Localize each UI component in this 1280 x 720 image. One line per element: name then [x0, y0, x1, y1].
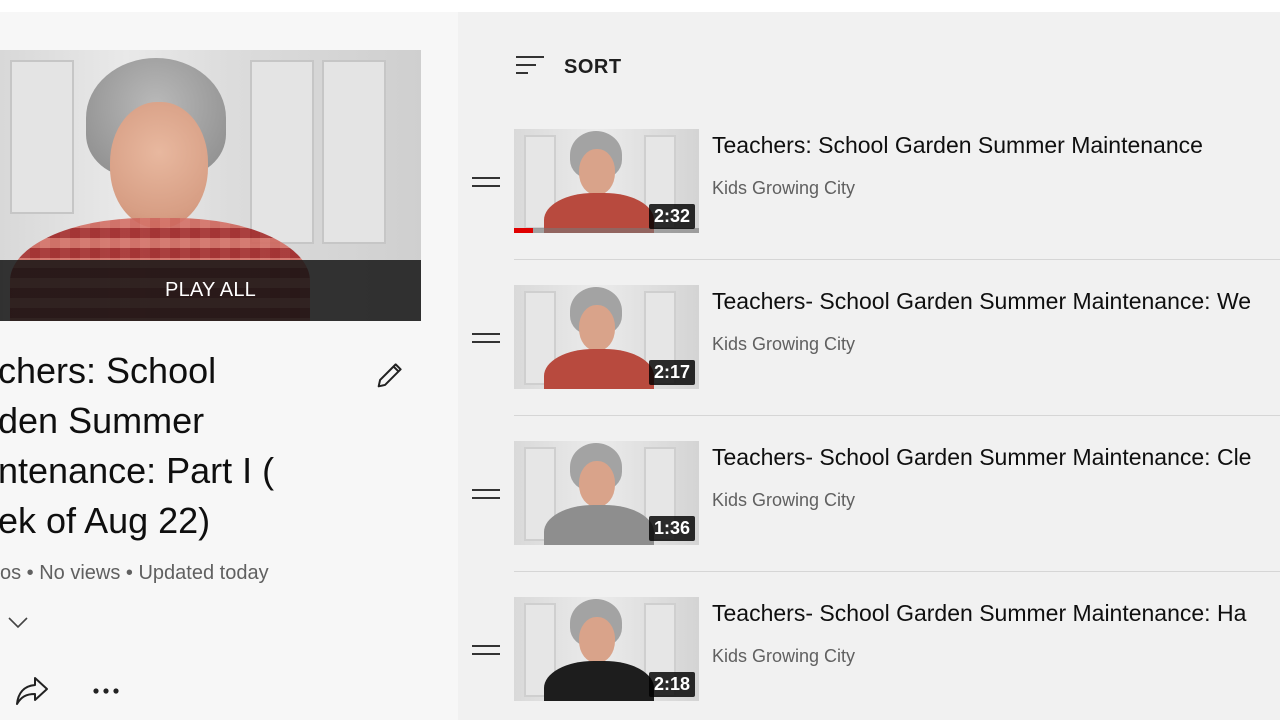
drag-handle-icon[interactable]	[472, 333, 500, 347]
sort-icon	[516, 56, 544, 74]
playlist-thumbnail[interactable]: PLAY ALL	[0, 50, 421, 321]
door-panel	[10, 60, 74, 214]
duration-badge: 2:18	[648, 672, 695, 697]
channel-name[interactable]: Kids Growing City	[712, 646, 855, 667]
person-face	[579, 461, 615, 507]
channel-name[interactable]: Kids Growing City	[712, 178, 855, 199]
playlist-stats: os • No views • Updated today	[0, 562, 269, 584]
play-all-button[interactable]: PLAY ALL	[0, 260, 421, 321]
video-thumbnail[interactable]: 1:36	[514, 441, 699, 545]
divider	[514, 571, 1280, 572]
playlist-video-item[interactable]: 1:36 Teachers- School Garden Summer Main…	[458, 434, 1280, 590]
video-title[interactable]: Teachers- School Garden Summer Maintenan…	[712, 444, 1251, 471]
person-shirt	[544, 505, 654, 545]
person-face	[579, 305, 615, 351]
person-shirt	[544, 193, 654, 233]
video-title[interactable]: Teachers- School Garden Summer Maintenan…	[712, 600, 1246, 627]
video-thumbnail[interactable]: 2:32	[514, 129, 699, 233]
watch-progress-bar	[514, 228, 533, 233]
sort-button[interactable]: SORT	[516, 54, 622, 80]
playlist-video-item[interactable]: 2:18 Teachers- School Garden Summer Main…	[458, 590, 1280, 720]
playlist-video-item[interactable]: 2:32 Teachers: School Garden Summer Main…	[458, 122, 1280, 278]
person-face	[579, 149, 615, 195]
person-shirt	[544, 661, 654, 701]
share-icon[interactable]	[14, 674, 50, 706]
person-shirt	[544, 349, 654, 389]
playlist-video-item[interactable]: 2:17 Teachers- School Garden Summer Main…	[458, 278, 1280, 434]
channel-name[interactable]: Kids Growing City	[712, 490, 855, 511]
person-face	[110, 102, 208, 228]
door-panel	[250, 60, 314, 244]
chevron-down-icon[interactable]	[6, 610, 30, 634]
pencil-icon[interactable]	[373, 358, 407, 392]
duration-badge: 1:36	[648, 516, 695, 541]
sort-label: SORT	[564, 55, 622, 78]
more-horiz-icon[interactable]	[92, 680, 124, 702]
duration-badge: 2:17	[648, 360, 695, 385]
door-panel	[322, 60, 386, 244]
video-thumbnail[interactable]: 2:18	[514, 597, 699, 701]
video-title[interactable]: Teachers: School Garden Summer Maintenan…	[712, 132, 1203, 159]
person-face	[579, 617, 615, 663]
playlist-videos-panel: SORT 2:32 Teachers: School Garden Summer…	[458, 12, 1280, 720]
video-thumbnail[interactable]: 2:17	[514, 285, 699, 389]
drag-handle-icon[interactable]	[472, 489, 500, 503]
video-title[interactable]: Teachers- School Garden Summer Maintenan…	[712, 288, 1251, 315]
playlist-header-panel: PLAY ALL chers: School den Summer ntenan…	[0, 12, 458, 720]
play-all-label: PLAY ALL	[165, 279, 256, 301]
divider	[514, 259, 1280, 260]
channel-name[interactable]: Kids Growing City	[712, 334, 855, 355]
duration-badge: 2:32	[648, 204, 695, 229]
drag-handle-icon[interactable]	[472, 177, 500, 191]
drag-handle-icon[interactable]	[472, 645, 500, 659]
playlist-title: chers: School den Summer ntenance: Part …	[0, 350, 275, 541]
top-strip	[0, 0, 1280, 12]
divider	[514, 415, 1280, 416]
